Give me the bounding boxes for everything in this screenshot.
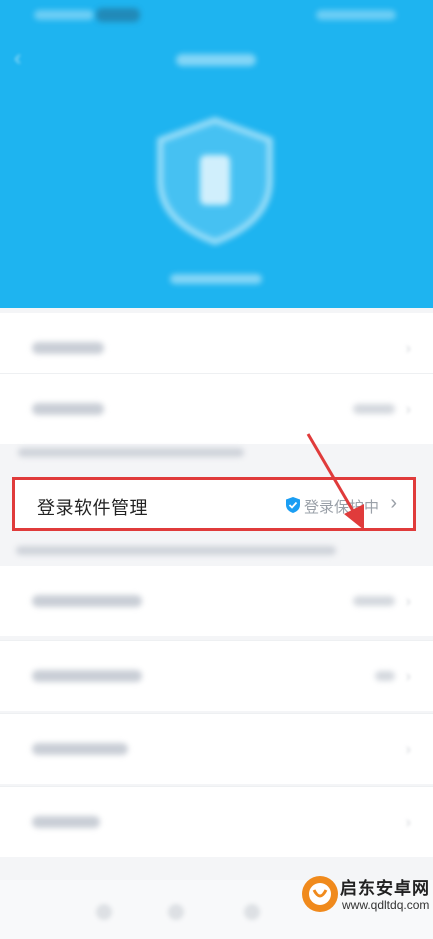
watermark-icon <box>302 876 338 912</box>
section-hint <box>16 546 336 555</box>
watermark-name: 启东安卓网 <box>340 879 430 898</box>
header-status-text <box>170 274 262 284</box>
page-title <box>176 54 256 66</box>
account-security-header: ‹ <box>0 0 433 308</box>
status-bar <box>0 0 433 34</box>
annotation-arrow-icon <box>306 433 364 530</box>
nav-icon[interactable] <box>96 904 112 920</box>
watermark-url: www.qdltdq.com <box>342 898 430 912</box>
back-arrow-icon[interactable]: ‹ <box>14 47 34 69</box>
row-label: 登录软件管理 <box>37 498 148 518</box>
list-item[interactable]: › <box>0 713 433 784</box>
chevron-right-icon: › <box>390 492 397 514</box>
list-item[interactable]: › <box>0 640 433 711</box>
section-hint <box>18 448 244 457</box>
shield-icon <box>140 110 290 250</box>
nav-icon[interactable] <box>168 904 184 920</box>
watermark-logo: 启东安卓网 www.qdltdq.com <box>298 868 433 938</box>
list-item[interactable]: › <box>0 566 433 636</box>
nav-icon[interactable] <box>244 904 260 920</box>
list-item[interactable]: › <box>0 786 433 857</box>
